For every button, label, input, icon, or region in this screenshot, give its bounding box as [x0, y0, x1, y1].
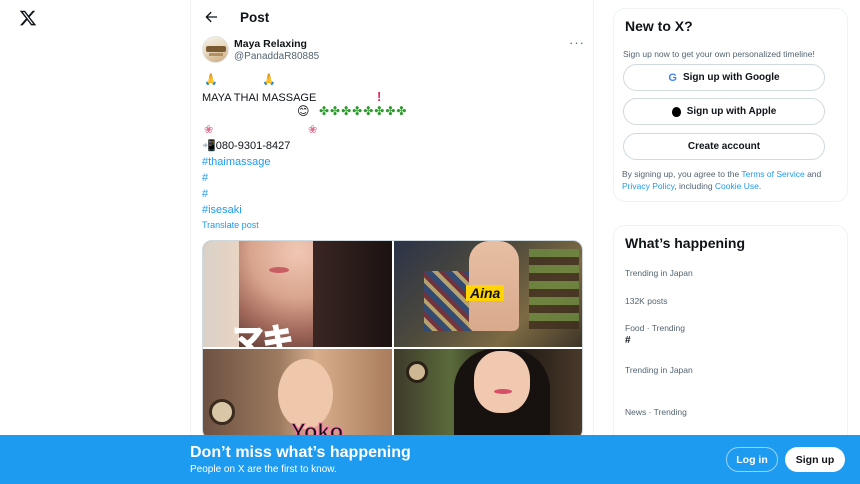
hashtag-link[interactable]: #isesaki: [202, 203, 242, 217]
hashtag-link[interactable]: #: [202, 187, 208, 201]
apple-button-label: Sign up with Apple: [686, 106, 777, 117]
media-photo-4[interactable]: [394, 349, 582, 439]
praying-hands-icon: 🙏: [204, 74, 218, 86]
more-options-icon[interactable]: ···: [569, 35, 585, 50]
media-photo-1[interactable]: マキ: [203, 241, 392, 347]
create-account-label: Create account: [687, 141, 761, 152]
sign-up-with-google-button[interactable]: G Sign up with Google: [623, 64, 825, 91]
clover-icons: ✤✤✤✤✤✤✤✤: [319, 104, 408, 118]
x-logo-icon[interactable]: [19, 9, 37, 27]
trend-meta[interactable]: Trending in Japan: [625, 365, 693, 375]
hashtag-link[interactable]: #thaimassage: [202, 155, 271, 169]
page-title: Post: [240, 10, 270, 25]
trend-title[interactable]: #: [625, 335, 631, 346]
photo-caption: Aina: [466, 285, 505, 301]
media-photo-3[interactable]: Yoko: [203, 349, 392, 439]
signup-card: New to X? Sign up now to get your own pe…: [613, 8, 848, 202]
author-name[interactable]: Maya Relaxing: [234, 38, 307, 50]
banner-headline: Don’t miss what’s happening: [190, 444, 411, 461]
lotus-icon: ❀: [308, 124, 318, 136]
trend-meta[interactable]: News · Trending: [625, 407, 687, 417]
legal-period: .: [758, 180, 762, 191]
trend-meta[interactable]: Food · Trending: [625, 323, 685, 333]
sign-up-with-apple-button[interactable]: Sign up with Apple: [623, 98, 825, 125]
smile-icon: 😊: [297, 104, 310, 118]
legal-text: By signing up, you agree to the Terms of…: [622, 169, 842, 192]
exclamation-icon: !: [377, 89, 382, 104]
media-grid: マキ Aina Yoko: [202, 240, 583, 440]
legal-prefix: By signing up, you agree to the: [622, 169, 742, 179]
terms-link[interactable]: Terms of Service: [741, 169, 804, 179]
clock-icon: [406, 361, 428, 383]
sign-up-button[interactable]: Sign up: [785, 447, 845, 472]
trends-card: What’s happening Trending in Japan 132K …: [613, 225, 848, 455]
author-avatar[interactable]: [202, 36, 229, 63]
log-in-button[interactable]: Log in: [726, 447, 778, 472]
cookie-link[interactable]: Cookie Use: [715, 181, 759, 191]
photo-caption-kana: マキ: [232, 323, 294, 347]
legal-including: , including: [674, 180, 715, 191]
trend-meta[interactable]: Trending in Japan: [625, 268, 693, 278]
privacy-link[interactable]: Privacy Policy: [622, 181, 674, 191]
lotus-icon: ❀: [204, 124, 214, 136]
banner-subline: People on X are the first to know.: [190, 464, 337, 475]
signup-banner: Don’t miss what’s happening People on X …: [0, 435, 860, 484]
signup-card-title: New to X?: [625, 18, 693, 34]
post-column: Post Maya Relaxing @PanaddaR80885 ··· 🙏 …: [190, 0, 594, 484]
media-photo-2[interactable]: Aina: [394, 241, 582, 347]
author-handle[interactable]: @PanaddaR80885: [234, 51, 319, 62]
create-account-button[interactable]: Create account: [623, 133, 825, 160]
phone-line: 📲080-9301-8427: [202, 139, 290, 153]
google-icon: G: [668, 71, 677, 84]
translate-post-link[interactable]: Translate post: [202, 220, 259, 230]
legal-and: and: [804, 169, 822, 179]
signup-card-subtitle: Sign up now to get your own personalized…: [623, 49, 815, 59]
google-button-label: Sign up with Google: [682, 72, 780, 83]
clock-icon: [209, 399, 235, 425]
shop-name: MAYA THAI MASSAGE: [202, 92, 317, 104]
hashtag-link[interactable]: #: [202, 171, 208, 185]
phone-icon: 📲: [202, 140, 216, 152]
praying-hands-icon: 🙏: [262, 74, 276, 86]
phone-number: 080-9301-8427: [215, 140, 291, 152]
back-arrow-icon[interactable]: [203, 9, 219, 25]
trend-meta[interactable]: 132K posts: [625, 296, 668, 306]
apple-icon: [671, 106, 681, 117]
trends-title: What’s happening: [625, 235, 746, 251]
